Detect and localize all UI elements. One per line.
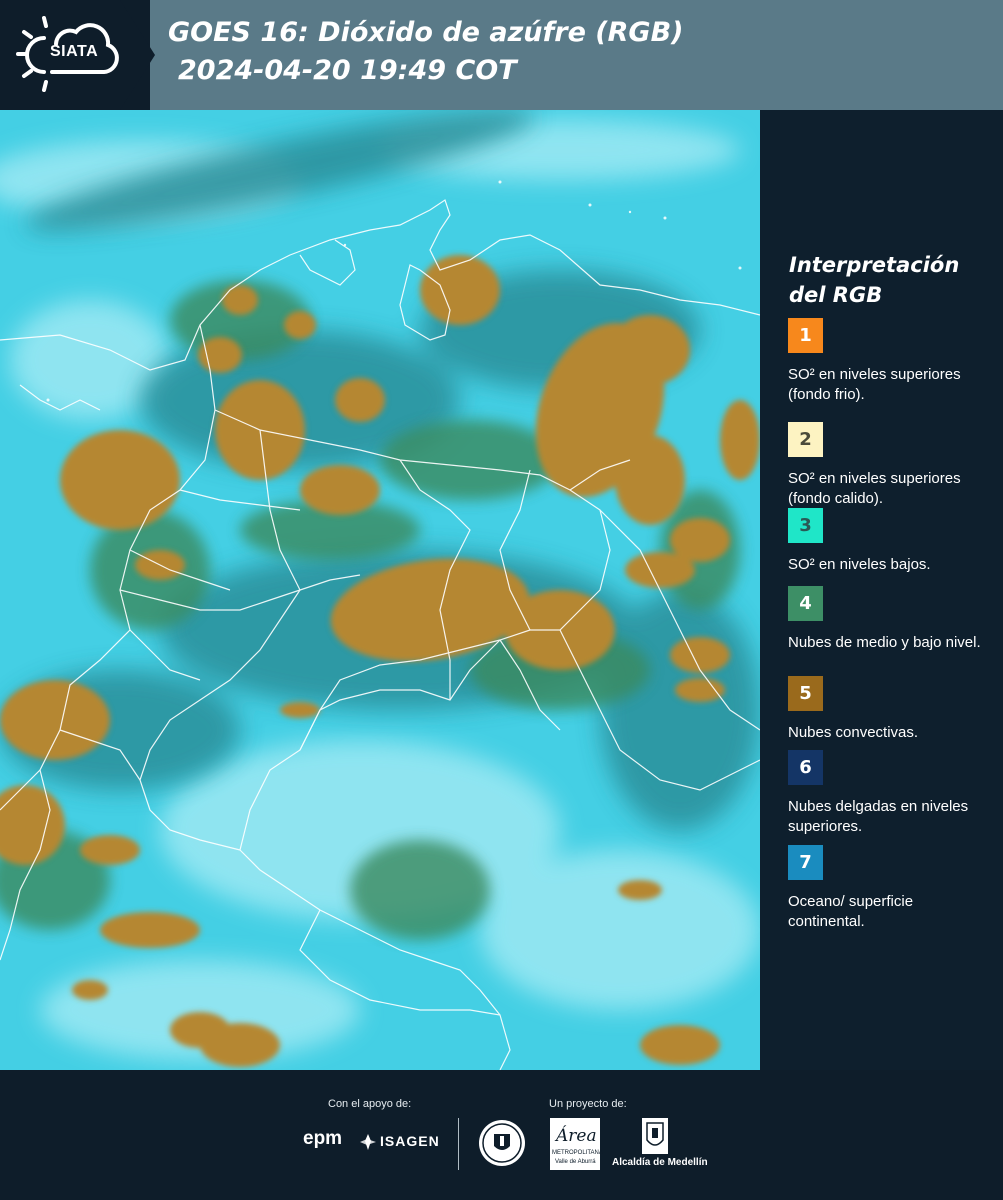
legend-swatch: 1 (788, 318, 823, 353)
legend-swatch: 7 (788, 845, 823, 880)
legend-description: SO² en niveles superiores (fondo calido)… (788, 470, 961, 507)
legend-swatch: 6 (788, 750, 823, 785)
legend-description: SO² en niveles superiores (fondo frio). (788, 366, 961, 403)
area-sub-2: Valle de Aburrá (555, 1159, 596, 1165)
legend-description: Nubes delgadas en niveles superiores. (788, 798, 969, 835)
legend-title: Interpretación del RGB (789, 250, 989, 310)
legend-item-3: 3 SO² en niveles bajos. (788, 508, 988, 575)
epm-logo: epm (303, 1128, 343, 1149)
header-bar: SIATA GOES 16: Dióxido de azúfre (RGB) 2… (0, 0, 1003, 110)
medellin-seal-icon (479, 1120, 525, 1166)
legend-swatch: 3 (788, 508, 823, 543)
legend-description: Oceano/ superficie continental. (788, 893, 914, 930)
legend-item-2: 2 SO² en niveles superiores (fondo calido… (788, 422, 988, 509)
satellite-map (0, 110, 760, 1070)
isagen-logo-icon (360, 1134, 376, 1150)
legend-item-1: 1 SO² en niveles superiores (fondo frio). (788, 318, 988, 405)
area-metropolitana-logo: Área METROPOLITANA Valle de Aburrá (550, 1118, 603, 1170)
satellite-image (0, 110, 760, 1070)
legend-description: SO² en niveles bajos. (788, 556, 931, 573)
shield-icon (642, 1118, 668, 1154)
legend-swatch: 5 (788, 676, 823, 711)
support-label: Con el apoyo de: (328, 1098, 412, 1110)
legend-item-6: 6 Nubes delgadas en niveles superiores. (788, 750, 988, 837)
project-label: Un proyecto de: (549, 1098, 627, 1110)
legend-item-4: 4 Nubes de medio y bajo nivel. (788, 586, 988, 653)
page-title: GOES 16: Dióxido de azúfre (RGB) 2024-04… (168, 14, 684, 90)
isagen-logo: ISAGEN (380, 1133, 440, 1149)
alcaldia-text: Alcaldía de Medellín (612, 1157, 708, 1168)
title-product: GOES 16: Dióxido de azúfre (RGB) (168, 17, 684, 48)
footer-divider (458, 1118, 459, 1170)
legend-item-5: 5 Nubes convectivas. (788, 676, 988, 743)
legend-title-line1: Interpretación (789, 253, 960, 277)
title-timestamp: 2024-04-20 19:49 COT (178, 55, 517, 86)
legend-swatch: 2 (788, 422, 823, 457)
area-logo-text: Área (556, 1126, 597, 1146)
legend-description: Nubes convectivas. (788, 724, 919, 741)
legend-item-7: 7 Oceano/ superficie continental. (788, 845, 988, 932)
legend-swatch: 4 (788, 586, 823, 621)
legend-title-line2: del RGB (789, 283, 883, 307)
area-sub-1: METROPOLITANA (552, 1150, 603, 1156)
logo-text: SIATA (50, 43, 99, 60)
legend-description: Nubes de medio y bajo nivel. (788, 634, 981, 651)
footer: Con el apoyo de: Un proyecto de: epm ISA… (0, 1070, 1003, 1200)
legend-panel: Interpretación del RGB 1 SO² en niveles s… (760, 110, 1003, 1070)
